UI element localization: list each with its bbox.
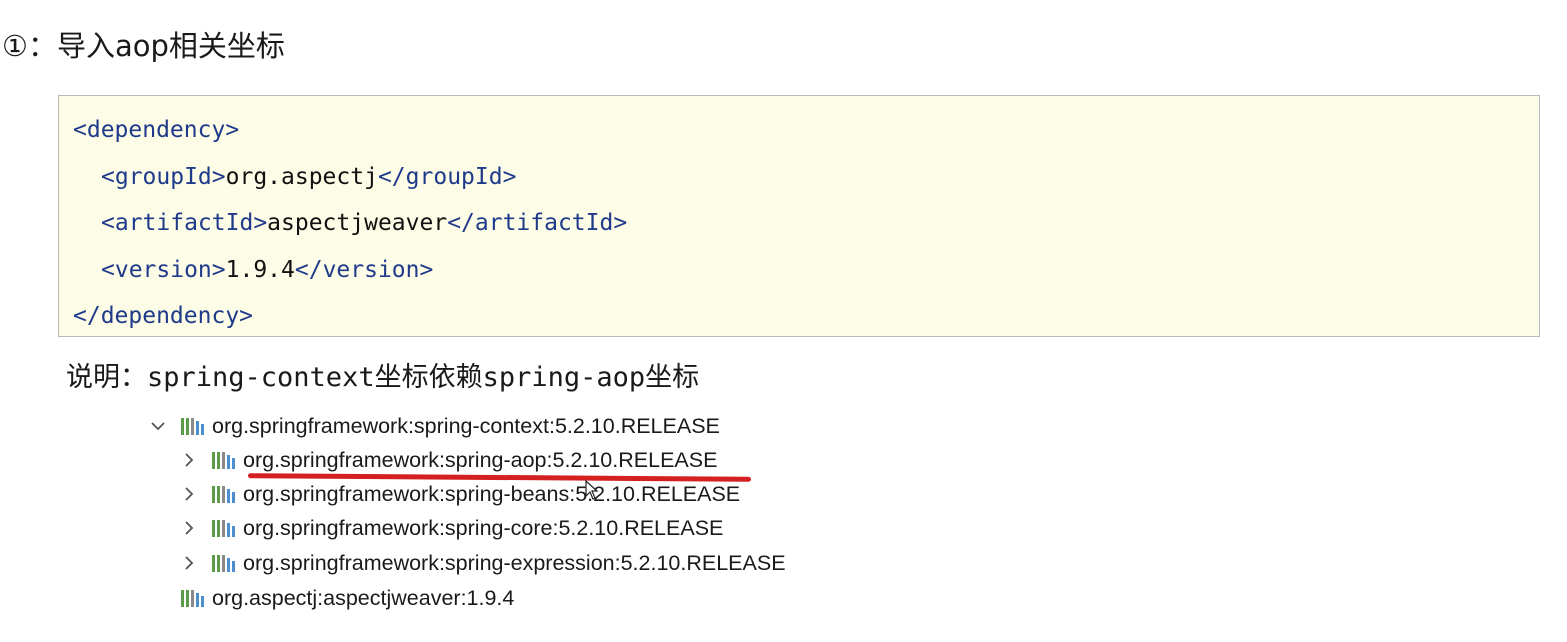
chevron-right-icon[interactable] bbox=[179, 443, 199, 477]
note-part3: spring-aop bbox=[482, 362, 646, 393]
code-block: <dependency> <groupId>org.aspectj</group… bbox=[58, 95, 1540, 337]
note-part1: spring-context bbox=[147, 362, 375, 393]
tag-groupid-close: </groupId> bbox=[377, 163, 517, 190]
tree-label: org.springframework:spring-core:5.2.10.R… bbox=[243, 516, 724, 540]
tag-groupid-open: <groupId> bbox=[101, 163, 226, 190]
note-part4: 坐标 bbox=[645, 362, 700, 393]
library-icon bbox=[180, 588, 206, 608]
library-icon bbox=[211, 518, 237, 538]
library-icon bbox=[180, 416, 206, 436]
code-line-dependency-close: </dependency> bbox=[73, 296, 1539, 343]
tree-row-spring-beans[interactable]: org.springframework:spring-beans:5.2.10.… bbox=[179, 477, 740, 511]
tag-version-close: </version> bbox=[294, 256, 434, 283]
tag-dependency-open: <dependency> bbox=[73, 117, 240, 143]
chevron-right-icon[interactable] bbox=[179, 477, 199, 511]
note-part2: 坐标依赖 bbox=[374, 362, 483, 393]
tree-row-spring-context[interactable]: org.springframework:spring-context:5.2.1… bbox=[148, 409, 720, 443]
explanation-note: 说明：spring-context坐标依赖spring-aop坐标 bbox=[66, 358, 699, 398]
library-icon bbox=[211, 450, 237, 470]
circled-number: ① bbox=[2, 29, 28, 63]
tree-label: org.springframework:spring-aop:5.2.10.RE… bbox=[243, 448, 718, 472]
version-value: 1.9.4 bbox=[225, 256, 295, 283]
tag-artifactid-close: </artifactId> bbox=[447, 210, 628, 236]
tree-row-spring-core[interactable]: org.springframework:spring-core:5.2.10.R… bbox=[179, 511, 723, 545]
tree-label: org.springframework:spring-context:5.2.1… bbox=[212, 414, 720, 438]
chevron-right-icon[interactable] bbox=[179, 546, 199, 580]
tree-row-spring-aop[interactable]: org.springframework:spring-aop:5.2.10.RE… bbox=[179, 443, 717, 477]
code-line-dependency-open: <dependency> bbox=[73, 110, 1539, 157]
tree-row-spring-expression[interactable]: org.springframework:spring-expression:5.… bbox=[179, 546, 786, 580]
mouse-cursor-icon bbox=[585, 479, 599, 504]
tag-artifactid-open: <artifactId> bbox=[101, 210, 268, 236]
note-prefix: 说明： bbox=[66, 362, 147, 393]
tree-label: org.springframework:spring-expression:5.… bbox=[243, 551, 786, 575]
tree-label: org.aspectj:aspectjweaver:1.9.4 bbox=[212, 586, 515, 610]
chevron-right-icon[interactable] bbox=[179, 511, 199, 545]
section-heading: ①：导入aop相关坐标 bbox=[2, 26, 285, 66]
groupid-value: org.aspectj bbox=[225, 163, 378, 190]
code-line-artifactid: <artifactId>aspectjweaver</artifactId> bbox=[73, 203, 1539, 250]
chevron-down-icon[interactable] bbox=[148, 409, 168, 443]
tree-row-aspectjweaver[interactable]: org.aspectj:aspectjweaver:1.9.4 bbox=[180, 581, 514, 615]
heading-text: ：导入aop相关坐标 bbox=[28, 29, 285, 63]
tag-dependency-close: </dependency> bbox=[73, 303, 254, 329]
code-line-groupid: <groupId>org.aspectj</groupId> bbox=[73, 157, 1539, 204]
artifactid-value: aspectjweaver bbox=[267, 210, 448, 236]
code-line-version: <version>1.9.4</version> bbox=[73, 250, 1539, 297]
tree-label: org.springframework:spring-beans:5.2.10.… bbox=[243, 482, 741, 506]
tag-version-open: <version> bbox=[101, 256, 226, 283]
library-icon bbox=[211, 553, 237, 573]
library-icon bbox=[211, 484, 237, 504]
